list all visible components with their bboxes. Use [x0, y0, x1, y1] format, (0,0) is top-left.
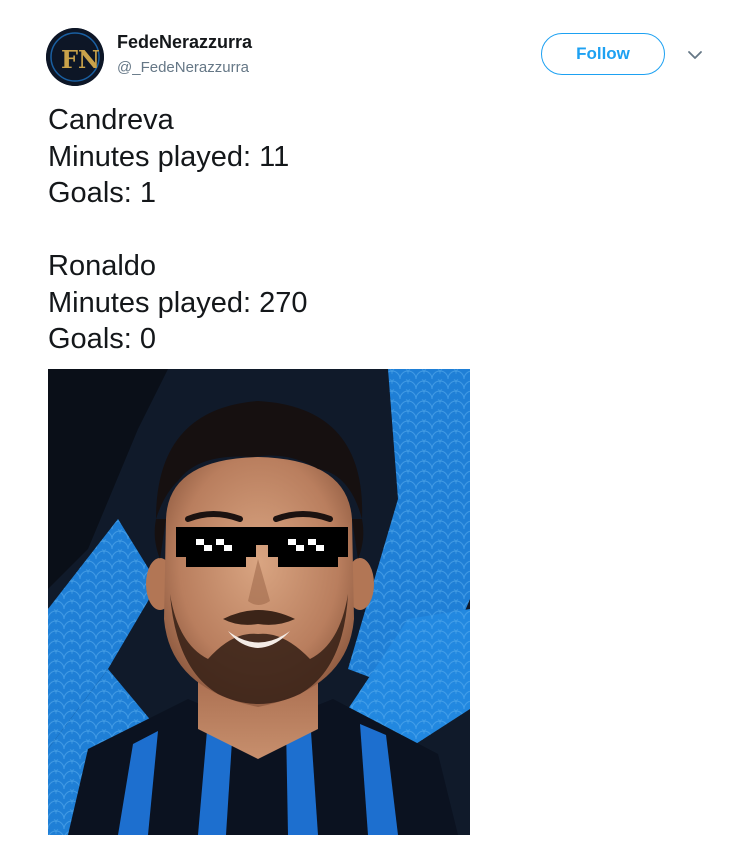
tweet-text-line: Candreva: [48, 104, 174, 136]
tweet-text-line: Goals: 0: [48, 323, 156, 355]
fn-monogram-avatar-icon: FN: [46, 28, 104, 86]
tweet-text: Candreva Minutes played: 11 Goals: 1 Ron…: [48, 102, 698, 358]
player-photo-image: [48, 369, 470, 835]
tweet-text-line: Goals: 1: [48, 177, 156, 209]
author-handle[interactable]: @_FedeNerazzurra: [117, 59, 249, 76]
tweet-text-line: Ronaldo: [48, 250, 157, 282]
tweet-card: FN FedeNerazzurra @_FedeNerazzurra Follo…: [0, 0, 750, 853]
tweet-text-line: Minutes played: 11: [48, 140, 290, 173]
avatar-monogram: FN: [61, 45, 100, 74]
follow-button[interactable]: Follow: [541, 33, 665, 75]
tweet-menu-button[interactable]: [684, 44, 706, 66]
tweet-photo[interactable]: [48, 369, 470, 835]
author-avatar[interactable]: FN: [46, 28, 104, 86]
tweet-text-line: Minutes played: 270: [48, 286, 308, 319]
author-display-name[interactable]: FedeNerazzurra: [117, 32, 252, 53]
chevron-down-icon: [688, 51, 702, 59]
